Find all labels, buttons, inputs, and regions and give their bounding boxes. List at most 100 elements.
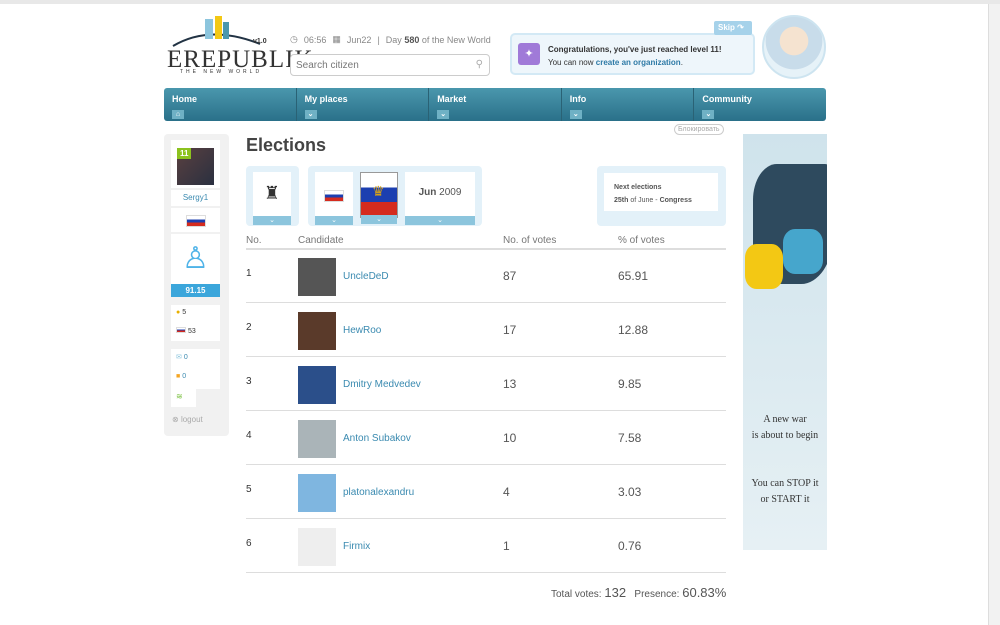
ad-text: is about to begin xyxy=(751,430,819,441)
country-select[interactable]: ⌄ xyxy=(315,172,353,225)
totals: Total votes: 132 Presence: 60.83% xyxy=(551,585,727,600)
percent: 65.91 xyxy=(618,269,649,283)
nav-market[interactable]: Market ⌄ xyxy=(429,88,562,121)
row-number: 4 xyxy=(246,430,252,441)
level-badge: 11 xyxy=(177,148,192,159)
version: v1.0 xyxy=(253,38,267,45)
votes: 87 xyxy=(503,269,517,283)
header-candidate: Candidate xyxy=(298,235,344,246)
podium-icon[interactable]: ♜ ⌄ xyxy=(253,172,291,225)
search-input[interactable]: Search citizen ⚲ xyxy=(290,54,490,76)
votes: 10 xyxy=(503,431,517,445)
calendar-icon: ▦ xyxy=(332,34,341,44)
home-icon: ⌂ xyxy=(172,110,184,119)
candidate-link[interactable]: Anton Subakov xyxy=(343,433,411,444)
alerts-link[interactable]: ■ 0 xyxy=(171,369,220,389)
create-organization-link[interactable]: create an organization xyxy=(596,58,681,67)
table-row: 1 UncleDeD 87 65.91 xyxy=(246,250,726,304)
table-row: 4 Anton Subakov 10 7.58 xyxy=(246,412,726,466)
table-row: 2 HewRoo 17 12.88 xyxy=(246,304,726,358)
day-info: Day 580 of the New World xyxy=(385,34,491,45)
date-select[interactable]: Jun 2009 ⌄ xyxy=(405,172,475,225)
notification-text: You can now xyxy=(548,58,594,67)
percent: 9.85 xyxy=(618,377,642,391)
gold-icon: ● xyxy=(176,309,181,316)
logout-link[interactable]: ⊗ logout xyxy=(172,415,203,424)
election-type-filter: ♜ ⌄ xyxy=(246,166,299,226)
chevron-down-icon: ⌄ xyxy=(437,110,450,119)
user-avatar[interactable]: 11 xyxy=(171,140,220,188)
candidate-link[interactable]: Dmitry Medvedev xyxy=(343,379,421,390)
username-link[interactable]: Sergy1 xyxy=(171,190,220,206)
nav-info[interactable]: Info ⌄ xyxy=(562,88,695,121)
tagline: THE NEW WORLD xyxy=(180,69,263,75)
row-number: 1 xyxy=(246,268,252,279)
logo[interactable]: EREPUBLIK v1.0 THE NEW WORLD xyxy=(165,14,313,76)
coat-of-arms-icon: ♛ xyxy=(372,183,385,199)
row-number: 2 xyxy=(246,322,252,333)
candidate-avatar[interactable] xyxy=(298,258,336,296)
wellness-figure-icon: ♙ xyxy=(171,234,220,284)
votes: 17 xyxy=(503,323,517,337)
election-filters: ⌄ ♛ ⌄ Jun 2009 ⌄ xyxy=(308,166,482,226)
search-placeholder: Search citizen xyxy=(296,60,359,71)
search-icon[interactable]: ⚲ xyxy=(476,59,483,70)
advisor-avatar xyxy=(762,15,826,79)
votes: 13 xyxy=(503,377,517,391)
messages-link[interactable]: ✉ 0 xyxy=(171,349,220,369)
block-button[interactable]: Блокировать xyxy=(674,124,724,135)
war-advertisement[interactable]: A new war is about to begin You can STOP… xyxy=(743,134,827,550)
candidate-avatar[interactable] xyxy=(298,528,336,566)
percent: 3.03 xyxy=(618,485,642,499)
row-number: 5 xyxy=(246,484,252,495)
page-title: Elections xyxy=(246,135,327,155)
chevron-down-icon: ⌄ xyxy=(569,110,582,119)
alert-icon: ■ xyxy=(176,373,181,380)
row-number: 3 xyxy=(246,376,252,387)
scrollbar[interactable] xyxy=(988,4,1000,625)
russia-flag-icon xyxy=(324,190,344,202)
table-row: 3 Dmitry Medvedev 13 9.85 xyxy=(246,358,726,412)
citizenship-flag xyxy=(171,208,220,232)
main-nav: Home ⌂ My places ⌄ Market ⌄ Info ⌄ Community… xyxy=(164,88,826,121)
candidate-avatar[interactable] xyxy=(298,474,336,512)
ad-text: You can STOP it xyxy=(751,478,819,489)
table-row: 5 platonalexandru 4 3.03 xyxy=(246,466,726,520)
candidate-avatar[interactable] xyxy=(298,312,336,350)
divider xyxy=(246,464,726,465)
divider xyxy=(246,410,726,411)
candidate-link[interactable]: Firmix xyxy=(343,541,370,552)
percent: 7.58 xyxy=(618,431,642,445)
ad-text: or START it xyxy=(760,494,810,505)
nav-community[interactable]: Community ⌄ xyxy=(694,88,826,121)
candidate-link[interactable]: UncleDeD xyxy=(343,271,389,282)
period: . xyxy=(680,58,683,67)
header-votes: No. of votes xyxy=(503,235,557,246)
sidebar: 11 Sergy1 ♙ 91.15 ● 5 53 ✉ 0 ■ 0 ≋ ⊗ log… xyxy=(164,134,229,436)
candidate-link[interactable]: HewRoo xyxy=(343,325,381,336)
chevron-down-icon: ⌄ xyxy=(253,216,291,225)
date: Jun22 xyxy=(346,34,372,45)
separator: | xyxy=(377,34,380,45)
candidate-avatar[interactable] xyxy=(298,366,336,404)
percent: 0.76 xyxy=(618,539,642,553)
ad-text: A new war xyxy=(763,414,807,425)
divider xyxy=(246,356,726,357)
candidate-avatar[interactable] xyxy=(298,420,336,458)
currency-flag-icon xyxy=(176,327,186,333)
header-percent: % of votes xyxy=(618,235,665,246)
skip-button[interactable]: Skip ↷ xyxy=(714,21,752,35)
chevron-down-icon: ⌄ xyxy=(702,110,715,119)
candidate-link[interactable]: platonalexandru xyxy=(343,487,414,498)
rss-icon[interactable]: ≋ xyxy=(171,389,196,407)
divider xyxy=(246,518,726,519)
nav-home[interactable]: Home ⌂ xyxy=(164,88,297,121)
percent: 12.88 xyxy=(618,323,649,337)
next-elections: Next elections 25th of June - Congress xyxy=(597,166,726,226)
nav-my-places[interactable]: My places ⌄ xyxy=(297,88,430,121)
region-select[interactable]: ♛ ⌄ xyxy=(360,172,398,224)
level-notification: ✦ Congratulations, you've just reached l… xyxy=(510,33,755,75)
browser-top xyxy=(0,0,1000,4)
votes: 1 xyxy=(503,539,510,553)
header-no: No. xyxy=(246,235,262,246)
